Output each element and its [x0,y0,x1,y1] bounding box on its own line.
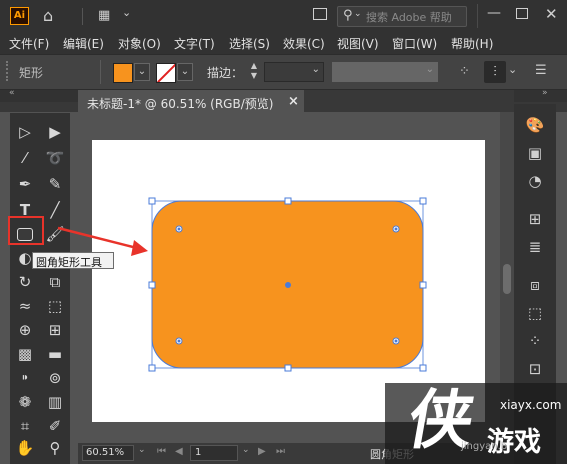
chevron-down-icon[interactable]: ⌄ [242,445,250,455]
watermark-sub: jingyan.b [461,441,508,452]
watermark-site-name: 游戏 [487,427,541,458]
next-page-icon[interactable]: ▶ [258,446,266,457]
first-page-icon[interactable]: ⏮ [157,446,166,457]
tooltip: 圆角矩形工具 [32,252,114,269]
page-value: 1 [195,447,202,458]
tooltip-text: 圆角矩形工具 [36,256,102,269]
annotation-arrowhead [131,240,148,256]
last-page-icon[interactable]: ⏭ [276,446,285,457]
watermark-url: xiayx.com [500,398,562,412]
scrollbar-thumb [503,264,511,294]
watermark: 侠 xiayx.com 游戏 jingyan.b [385,383,567,464]
chevron-down-icon[interactable]: ⌄ [138,445,146,455]
zoom-field[interactable]: 60.51% [82,445,134,461]
previous-page-icon[interactable]: ◀ [175,446,183,457]
annotation-arrow [57,226,134,249]
page-field[interactable]: 1 [190,445,238,461]
zoom-value: 60.51% [86,447,125,458]
center-point [285,282,291,288]
